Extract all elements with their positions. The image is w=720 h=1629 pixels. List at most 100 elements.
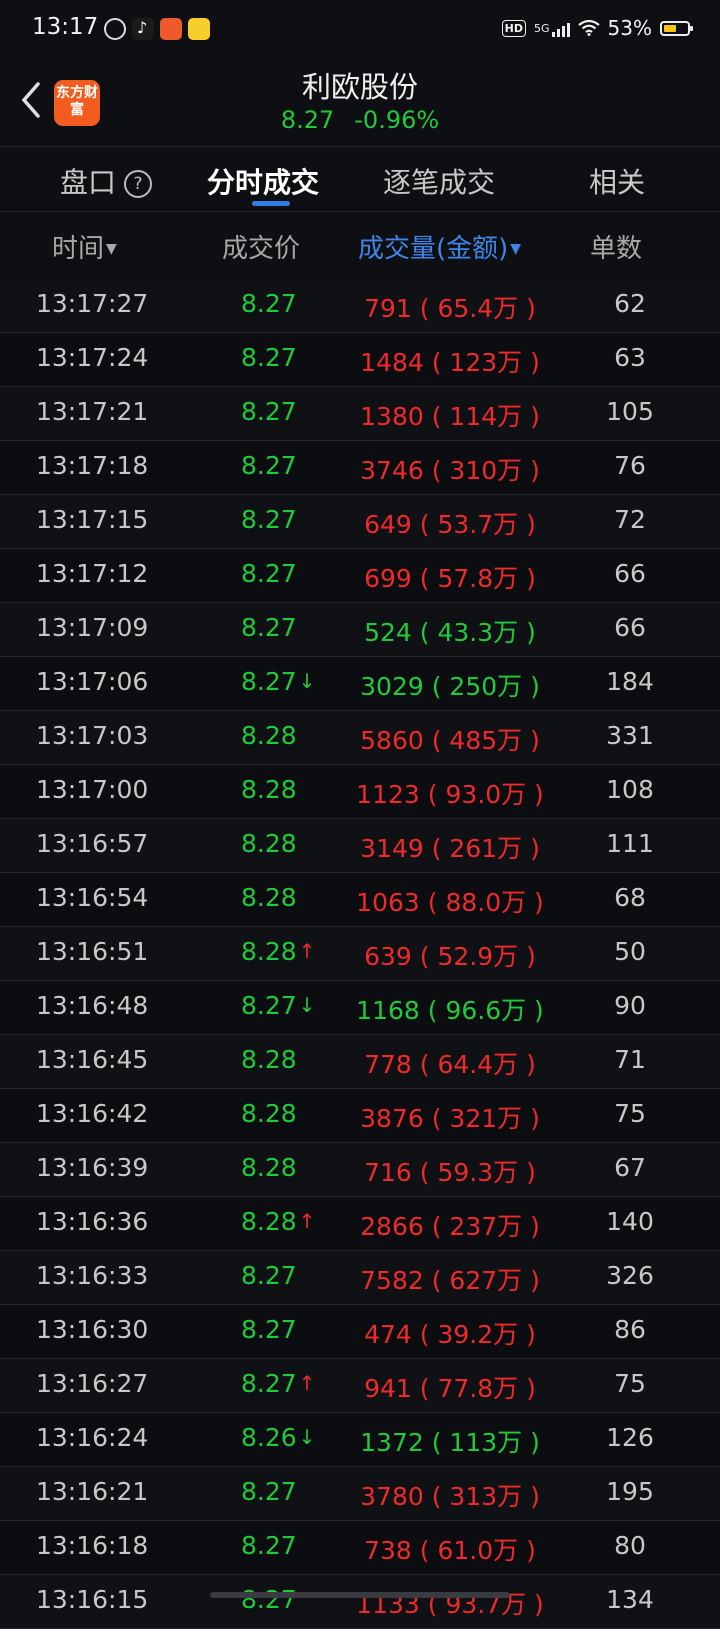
trade-time: 13:17:24 <box>36 343 149 372</box>
trade-count: 331 <box>606 721 654 750</box>
trade-price: 8.28 <box>241 829 297 858</box>
trade-volume: 778 ( 64.4万 ) <box>364 1050 536 1079</box>
table-row[interactable]: 13:17:18 8.27 3746 ( 310万 ) 76 <box>0 441 720 495</box>
trade-price: 8.28 <box>241 721 297 750</box>
trade-time: 13:16:18 <box>36 1531 149 1560</box>
table-row[interactable]: 13:16:30 8.27 474 ( 39.2万 ) 86 <box>0 1305 720 1359</box>
trade-time: 13:17:21 <box>36 397 149 426</box>
trade-volume: 2866 ( 237万 ) <box>360 1212 540 1241</box>
tiktok-icon <box>132 18 154 40</box>
table-row[interactable]: 13:17:21 8.27 1380 ( 114万 ) 105 <box>0 387 720 441</box>
trade-price-cell: 8.27 <box>241 1477 297 1506</box>
table-row[interactable]: 13:16:48 8.27 ↓ 1168 ( 96.6万 ) 90 <box>0 981 720 1035</box>
trade-volume: 3029 ( 250万 ) <box>360 672 540 701</box>
trade-price-cell: 8.28 <box>241 1099 297 1128</box>
table-row[interactable]: 13:17:06 8.27 ↓ 3029 ( 250万 ) 184 <box>0 657 720 711</box>
trade-price: 8.28 <box>241 883 297 912</box>
tab-related[interactable]: 相关 <box>589 161 645 201</box>
trade-price: 8.27 <box>241 559 297 588</box>
tab-order-book[interactable]: 盘口? <box>60 161 153 201</box>
trade-volume: 3149 ( 261万 ) <box>360 834 540 863</box>
trade-price-cell: 8.28 <box>241 1153 297 1182</box>
table-row[interactable]: 13:17:27 8.27 791 ( 65.4万 ) 62 <box>0 279 720 333</box>
trade-price: 8.27 <box>241 991 297 1020</box>
column-time-sort[interactable]: 时间 ▼ <box>52 228 117 265</box>
column-volume-sort[interactable]: 成交量(金额) ▼ <box>358 228 521 265</box>
trade-count: 72 <box>614 505 646 534</box>
trade-time: 13:17:00 <box>36 775 149 804</box>
trade-time: 13:16:57 <box>36 829 149 858</box>
app-notification-icon <box>160 18 182 40</box>
table-row[interactable]: 13:17:12 8.27 699 ( 57.8万 ) 66 <box>0 549 720 603</box>
trade-price: 8.28 <box>241 1045 297 1074</box>
table-row[interactable]: 13:16:51 8.28 ↑ 639 ( 52.9万 ) 50 <box>0 927 720 981</box>
table-row[interactable]: 13:16:54 8.28 1063 ( 88.0万 ) 68 <box>0 873 720 927</box>
trade-time: 13:17:03 <box>36 721 149 750</box>
trade-count: 67 <box>614 1153 646 1182</box>
table-row[interactable]: 13:17:09 8.27 524 ( 43.3万 ) 66 <box>0 603 720 657</box>
trade-time: 13:17:27 <box>36 289 149 318</box>
table-row[interactable]: 13:17:00 8.28 1123 ( 93.0万 ) 108 <box>0 765 720 819</box>
signal-icon: 5G <box>534 22 570 37</box>
tab-tick-trades[interactable]: 逐笔成交 <box>383 161 495 201</box>
trade-count: 326 <box>606 1261 654 1290</box>
table-row[interactable]: 13:16:33 8.27 7582 ( 627万 ) 326 <box>0 1251 720 1305</box>
trade-price: 8.27 <box>241 667 297 696</box>
trade-count: 76 <box>614 451 646 480</box>
hd-icon: HD <box>501 19 527 37</box>
trade-count: 108 <box>606 775 654 804</box>
table-row[interactable]: 13:16:45 8.28 778 ( 64.4万 ) 71 <box>0 1035 720 1089</box>
table-row[interactable]: 13:17:03 8.28 5860 ( 485万 ) 331 <box>0 711 720 765</box>
trade-time: 13:16:24 <box>36 1423 149 1452</box>
table-row[interactable]: 13:16:21 8.27 3780 ( 313万 ) 195 <box>0 1467 720 1521</box>
trade-volume: 5860 ( 485万 ) <box>360 726 540 755</box>
table-row[interactable]: 13:16:18 8.27 738 ( 61.0万 ) 80 <box>0 1521 720 1575</box>
trade-price: 8.28 <box>241 775 297 804</box>
table-row[interactable]: 13:16:15 8.27 1133 ( 93.7万 ) 134 <box>0 1575 720 1629</box>
column-volume: 成交量(金额) <box>358 234 509 264</box>
trade-volume: 1484 ( 123万 ) <box>360 348 540 377</box>
trade-price: 8.27 <box>241 1531 297 1560</box>
trade-count: 140 <box>606 1207 654 1236</box>
trade-count: 75 <box>614 1099 646 1128</box>
table-row[interactable]: 13:17:24 8.27 1484 ( 123万 ) 63 <box>0 333 720 387</box>
table-row[interactable]: 13:16:24 8.26 ↓ 1372 ( 113万 ) 126 <box>0 1413 720 1467</box>
trade-volume: 1133 ( 93.7万 ) <box>356 1590 544 1619</box>
app-notification-icon <box>104 18 126 40</box>
table-row[interactable]: 13:16:57 8.28 3149 ( 261万 ) 111 <box>0 819 720 873</box>
trade-price: 8.28 <box>241 1099 297 1128</box>
column-time: 时间 <box>52 234 105 264</box>
tab-bar: 盘口? 分时成交 逐笔成交 相关 <box>0 147 720 212</box>
trade-volume: 639 ( 52.9万 ) <box>364 942 536 971</box>
tab-time-trades[interactable]: 分时成交 <box>207 161 319 201</box>
trade-count: 50 <box>614 937 646 966</box>
table-row[interactable]: 13:16:39 8.28 716 ( 59.3万 ) 67 <box>0 1143 720 1197</box>
trade-time: 13:17:18 <box>36 451 149 480</box>
trade-count: 68 <box>614 883 646 912</box>
trade-volume: 3746 ( 310万 ) <box>360 456 540 485</box>
trade-count: 63 <box>614 343 646 372</box>
trade-price: 8.27 <box>241 1477 297 1506</box>
trade-volume: 1123 ( 93.0万 ) <box>356 780 544 809</box>
trade-price: 8.27 <box>241 1315 297 1344</box>
trade-price-cell: 8.27 <box>241 451 297 480</box>
trade-price-cell: 8.27 <box>241 397 297 426</box>
table-row[interactable]: 13:16:36 8.28 ↑ 2866 ( 237万 ) 140 <box>0 1197 720 1251</box>
help-icon[interactable]: ? <box>124 170 153 198</box>
trade-volume: 716 ( 59.3万 ) <box>364 1158 536 1187</box>
trade-volume: 791 ( 65.4万 ) <box>364 294 536 323</box>
table-row[interactable]: 13:16:42 8.28 3876 ( 321万 ) 75 <box>0 1089 720 1143</box>
trade-price-cell: 8.27 <box>241 1531 297 1560</box>
home-indicator[interactable] <box>210 1592 510 1598</box>
table-header: 时间 ▼ 成交价 成交量(金额) ▼ 单数 <box>0 212 720 278</box>
trade-list[interactable]: 13:17:27 8.27 791 ( 65.4万 ) 62 13:17:24 8.27 1… <box>0 279 720 1629</box>
table-row[interactable]: 13:17:15 8.27 649 ( 53.7万 ) 72 <box>0 495 720 549</box>
table-row[interactable]: 13:16:27 8.27 ↑ 941 ( 77.8万 ) 75 <box>0 1359 720 1413</box>
trade-time: 13:16:21 <box>36 1477 149 1506</box>
trade-price-cell: 8.27 <box>241 343 297 372</box>
trade-volume: 1063 ( 88.0万 ) <box>356 888 544 917</box>
trade-time: 13:16:42 <box>36 1099 149 1128</box>
trade-count: 111 <box>606 829 654 858</box>
battery-level <box>664 24 676 32</box>
active-tab-indicator <box>252 201 290 206</box>
